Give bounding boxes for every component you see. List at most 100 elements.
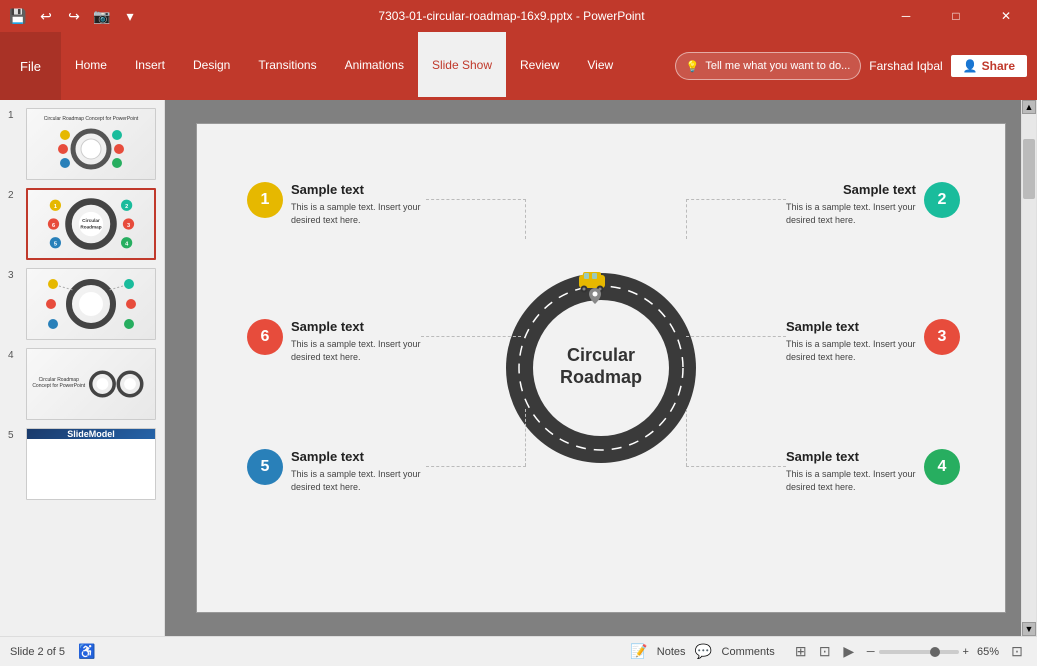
scroll-thumb[interactable] bbox=[1023, 139, 1035, 199]
text-item-4: Sample text This is a sample text. Inser… bbox=[786, 449, 916, 493]
slide-num-3: 3 bbox=[8, 268, 22, 281]
status-bar: Slide 2 of 5 ♿ 📝 Notes 💬 Comments ⊞ ⊡ ▶ … bbox=[0, 636, 1037, 666]
outline-view-icon[interactable]: ⊡ bbox=[815, 642, 835, 662]
slides-panel: 1 Circular Roadmap Concept for PowerPoin… bbox=[0, 100, 165, 636]
line-4v bbox=[686, 409, 687, 466]
tab-file[interactable]: File bbox=[0, 32, 61, 100]
slide-thumb-4[interactable]: 4 Circular Roadmap Concept for PowerPoin… bbox=[8, 348, 156, 420]
slide-preview-5[interactable]: SlideModel bbox=[26, 428, 156, 500]
num-circle-3: 3 bbox=[924, 319, 960, 355]
powerpoint-icon: 💾 bbox=[8, 6, 28, 26]
restore-btn[interactable]: □ bbox=[933, 0, 979, 32]
num-circle-1: 1 bbox=[247, 182, 283, 218]
line-3 bbox=[686, 336, 786, 337]
slideshow-view-icon[interactable]: ▶ bbox=[839, 642, 859, 662]
zoom-level[interactable]: 65% bbox=[977, 646, 999, 658]
svg-text:Circular: Circular bbox=[82, 218, 100, 223]
fit-window-icon[interactable]: ⊡ bbox=[1007, 642, 1027, 662]
main-layout: 1 Circular Roadmap Concept for PowerPoin… bbox=[0, 100, 1037, 636]
item-5-desc: This is a sample text. Insert your desir… bbox=[291, 468, 421, 493]
accessibility-icon[interactable]: ♿ bbox=[77, 642, 97, 662]
svg-text:5: 5 bbox=[54, 242, 57, 248]
slide-preview-4[interactable]: Circular Roadmap Concept for PowerPoint bbox=[26, 348, 156, 420]
tab-view[interactable]: View bbox=[573, 32, 627, 100]
slide-preview-1[interactable]: Circular Roadmap Concept for PowerPoint bbox=[26, 108, 156, 180]
zoom-slider[interactable] bbox=[879, 650, 959, 654]
item-2-desc: This is a sample text. Insert your desir… bbox=[786, 201, 916, 226]
status-bar-right: 📝 Notes 💬 Comments ⊞ ⊡ ▶ ─ + 65% ⊡ bbox=[629, 642, 1027, 662]
tab-animations[interactable]: Animations bbox=[331, 32, 418, 100]
scroll-up-btn[interactable]: ▲ bbox=[1022, 100, 1036, 114]
slide-canvas: Circular Roadmap bbox=[196, 123, 1006, 613]
slide-thumb-1[interactable]: 1 Circular Roadmap Concept for PowerPoin… bbox=[8, 108, 156, 180]
view-icons: ⊞ ⊡ ▶ bbox=[791, 642, 859, 662]
tab-insert[interactable]: Insert bbox=[121, 32, 179, 100]
item-5-title: Sample text bbox=[291, 449, 421, 464]
item-2-title: Sample text bbox=[786, 182, 916, 197]
minimize-btn[interactable]: ─ bbox=[883, 0, 929, 32]
num-circle-5: 5 bbox=[247, 449, 283, 485]
zoom-out-icon[interactable]: ─ bbox=[867, 646, 875, 658]
slide-thumb-2[interactable]: 2 Circular Roadmap 1 2 3 bbox=[8, 188, 156, 260]
redo-btn[interactable]: ↪ bbox=[64, 6, 84, 26]
line-6 bbox=[421, 336, 521, 337]
item-1-title: Sample text bbox=[291, 182, 421, 197]
line-4 bbox=[686, 466, 786, 467]
title-bar: 💾 ↩ ↪ 📷 ▾ 7303-01-circular-roadmap-16x9.… bbox=[0, 0, 1037, 32]
tell-me-text: Tell me what you want to do... bbox=[705, 60, 850, 72]
scroll-down-btn[interactable]: ▼ bbox=[1022, 622, 1036, 636]
item-2-group: Sample text This is a sample text. Inser… bbox=[786, 182, 960, 226]
text-item-1: Sample text This is a sample text. Inser… bbox=[291, 182, 421, 226]
user-name[interactable]: Farshad Iqbal bbox=[869, 59, 942, 73]
tab-home[interactable]: Home bbox=[61, 32, 121, 100]
svg-text:3: 3 bbox=[127, 223, 130, 229]
zoom-in-icon[interactable]: + bbox=[963, 646, 969, 658]
notes-icon[interactable]: 📝 bbox=[629, 642, 649, 662]
svg-text:Roadmap: Roadmap bbox=[80, 225, 101, 230]
item-5-group: 5 Sample text This is a sample text. Ins… bbox=[247, 449, 421, 493]
item-4-desc: This is a sample text. Insert your desir… bbox=[786, 468, 916, 493]
svg-text:6: 6 bbox=[52, 223, 55, 229]
num-circle-4: 4 bbox=[924, 449, 960, 485]
svg-text:Circular: Circular bbox=[567, 345, 635, 365]
text-item-6: Sample text This is a sample text. Inser… bbox=[291, 319, 421, 363]
title-bar-left: 💾 ↩ ↪ 📷 ▾ bbox=[8, 6, 140, 26]
customize-btn[interactable]: ▾ bbox=[120, 6, 140, 26]
slide-thumb-5[interactable]: 5 SlideModel bbox=[8, 428, 156, 500]
tab-design[interactable]: Design bbox=[179, 32, 244, 100]
line-5v bbox=[525, 409, 526, 466]
tell-me-input[interactable]: 💡 Tell me what you want to do... bbox=[675, 52, 862, 80]
roadmap-circle-svg: Circular Roadmap bbox=[491, 258, 711, 478]
vertical-scrollbar[interactable]: ▲ ▼ bbox=[1021, 100, 1037, 636]
record-btn[interactable]: 📷 bbox=[92, 6, 112, 26]
text-item-5: Sample text This is a sample text. Inser… bbox=[291, 449, 421, 493]
item-6-title: Sample text bbox=[291, 319, 421, 334]
zoom-slider-thumb[interactable] bbox=[930, 647, 940, 657]
line-2 bbox=[686, 199, 786, 200]
canvas-area[interactable]: ▲ ▼ Circular Roadmap bbox=[165, 100, 1037, 636]
comments-icon[interactable]: 💬 bbox=[694, 642, 714, 662]
tab-transitions[interactable]: Transitions bbox=[244, 32, 330, 100]
undo-btn[interactable]: ↩ bbox=[36, 6, 56, 26]
item-6-desc: This is a sample text. Insert your desir… bbox=[291, 338, 421, 363]
window-controls: ─ □ ✕ bbox=[883, 0, 1029, 32]
item-1-group: 1 Sample text This is a sample text. Ins… bbox=[247, 182, 421, 226]
line-1v bbox=[525, 199, 526, 239]
close-btn[interactable]: ✕ bbox=[983, 0, 1029, 32]
slide-preview-3[interactable] bbox=[26, 268, 156, 340]
comments-label[interactable]: Comments bbox=[722, 646, 775, 658]
num-circle-6: 6 bbox=[247, 319, 283, 355]
share-button[interactable]: 👤 Share bbox=[951, 55, 1027, 77]
normal-view-icon[interactable]: ⊞ bbox=[791, 642, 811, 662]
line-2v bbox=[686, 199, 687, 239]
slide-preview-2[interactable]: Circular Roadmap 1 2 3 4 5 6 bbox=[26, 188, 156, 260]
ribbon-right: 💡 Tell me what you want to do... Farshad… bbox=[675, 32, 1037, 100]
slide-thumb-3[interactable]: 3 bbox=[8, 268, 156, 340]
text-item-2: Sample text This is a sample text. Inser… bbox=[786, 182, 916, 226]
slide-num-1: 1 bbox=[8, 108, 22, 121]
tab-review[interactable]: Review bbox=[506, 32, 573, 100]
slide-num-4: 4 bbox=[8, 348, 22, 361]
line-5 bbox=[426, 466, 526, 467]
tab-slideshow[interactable]: Slide Show bbox=[418, 32, 506, 100]
notes-label[interactable]: Notes bbox=[657, 646, 686, 658]
